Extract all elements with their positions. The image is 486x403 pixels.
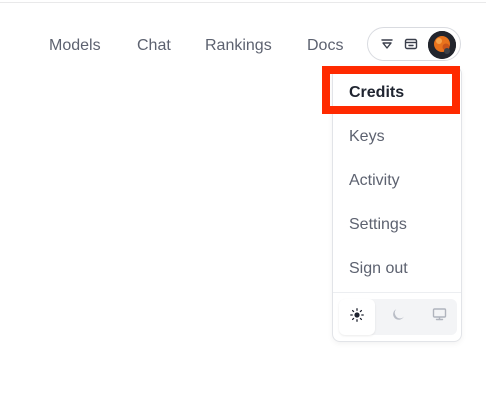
menu-divider [333, 292, 461, 293]
sun-icon [350, 307, 364, 327]
nav-link-rankings[interactable]: Rankings [205, 36, 272, 56]
monitor-icon [432, 307, 447, 327]
theme-switcher [339, 299, 457, 335]
menu-item-sign-out[interactable]: Sign out [349, 259, 408, 279]
nav-link-chat[interactable]: Chat [137, 36, 171, 56]
user-avatar[interactable] [428, 31, 456, 59]
credits-highlight-annotation [322, 66, 460, 114]
menu-item-keys[interactable]: Keys [349, 127, 385, 147]
filter-triangle-icon[interactable] [380, 37, 394, 51]
theme-system-button[interactable] [421, 299, 457, 335]
theme-light-button[interactable] [339, 299, 375, 335]
wallet-icon[interactable] [404, 37, 418, 51]
account-menu-button[interactable] [367, 27, 461, 61]
moon-icon [391, 307, 406, 327]
nav-link-models[interactable]: Models [49, 36, 101, 56]
nav-link-docs[interactable]: Docs [307, 36, 343, 56]
menu-item-settings[interactable]: Settings [349, 215, 407, 235]
theme-dark-button[interactable] [380, 299, 416, 335]
menu-item-activity[interactable]: Activity [349, 171, 400, 191]
